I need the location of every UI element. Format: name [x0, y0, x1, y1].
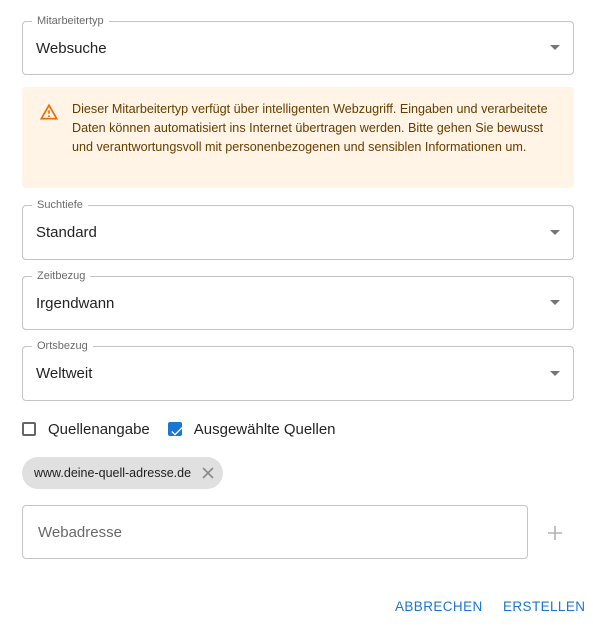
checkbox-checked-icon[interactable]: [167, 422, 183, 436]
suchtiefe-value: Standard: [36, 224, 97, 241]
webadresse-field[interactable]: [22, 505, 528, 559]
suchtiefe-select[interactable]: Suchtiefe Standard: [22, 198, 574, 260]
plus-icon: [548, 526, 562, 540]
mitarbeitertyp-select[interactable]: Mitarbeitertyp Websuche: [22, 14, 574, 75]
cancel-button[interactable]: ABBRECHEN: [395, 594, 483, 618]
webadresse-input[interactable]: [36, 506, 520, 558]
source-chip[interactable]: www.deine-quell-adresse.de: [22, 457, 224, 489]
close-icon[interactable]: [199, 464, 217, 482]
create-button[interactable]: ERSTELLEN: [503, 594, 585, 618]
warning-triangle-icon: [39, 102, 59, 122]
quellenangabe-checkbox[interactable]: Quellenangabe: [22, 421, 150, 438]
source-options: Quellenangabe Ausgewählte Quellen: [22, 418, 354, 440]
ortsbezug-select[interactable]: Ortsbezug Weltweit: [22, 339, 574, 401]
ortsbezug-value: Weltweit: [36, 365, 93, 382]
ausgewaehlte-quellen-label: Ausgewählte Quellen: [193, 420, 336, 438]
warning-message: Dieser Mitarbeitertyp verfügt über intel…: [72, 102, 548, 154]
chevron-down-icon: [550, 300, 560, 305]
chevron-down-icon: [550, 229, 560, 235]
warning-alert: Dieser Mitarbeitertyp verfügt über intel…: [22, 87, 574, 188]
chevron-down-icon: [550, 370, 560, 376]
chevron-down-icon: [550, 45, 560, 50]
create-worker-dialog: Mitarbeitertyp Websuche Dieser Mitarbeit…: [0, 0, 593, 630]
add-source-button[interactable]: [542, 520, 568, 546]
mitarbeitertyp-value: Websuche: [36, 39, 107, 57]
checkbox-unchecked-icon[interactable]: [22, 422, 36, 436]
quellenangabe-label: Quellenangabe: [48, 420, 150, 438]
zeitbezug-select[interactable]: Zeitbezug Irgendwann: [22, 269, 574, 330]
source-chip-label: www.deine-quell-adresse.de: [34, 466, 192, 480]
ausgewaehlte-quellen-checkbox[interactable]: Ausgewählte Quellen: [167, 420, 336, 438]
zeitbezug-value: Irgendwann: [36, 294, 115, 312]
